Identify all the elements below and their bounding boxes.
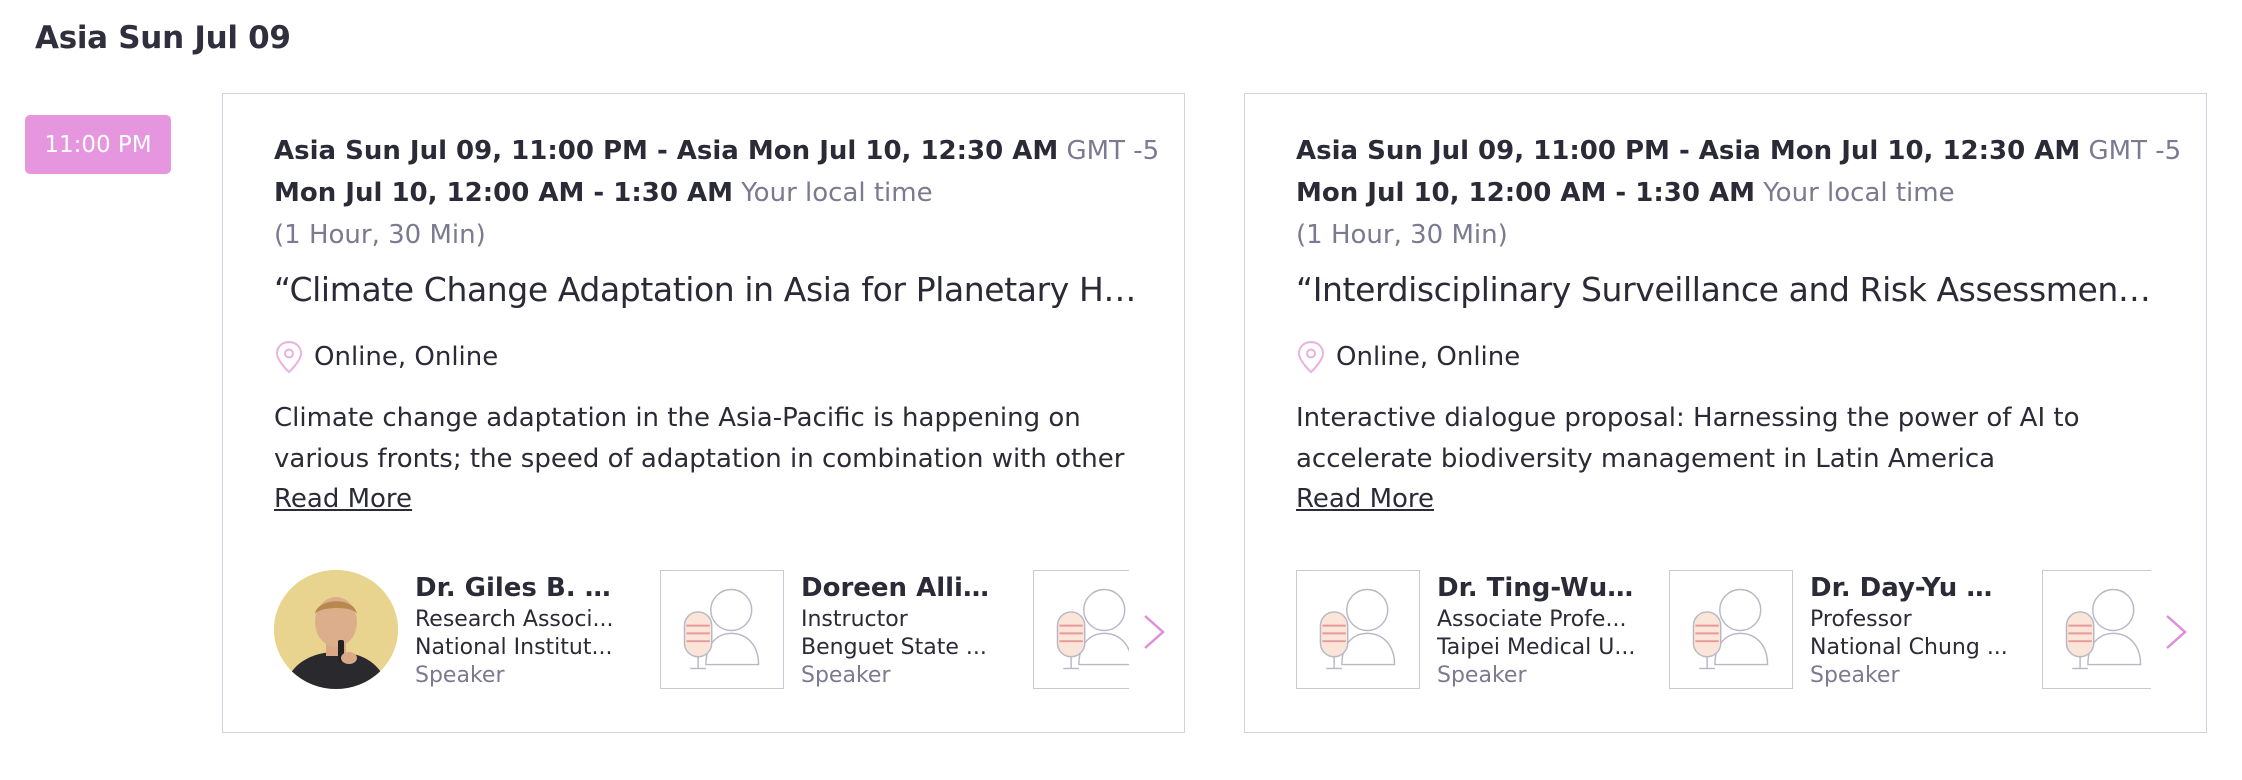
session-location: Online, Online	[1296, 340, 2161, 374]
event-time-row: Asia Sun Jul 09, 11:00 PM - Asia Mon Jul…	[1296, 130, 2181, 172]
speaker-title: Research Associ...	[415, 607, 614, 632]
chevron-right-icon[interactable]	[2163, 612, 2189, 652]
speaker-organization: National Institut...	[415, 635, 613, 660]
speaker-placeholder-avatar	[2042, 570, 2151, 689]
speaker-title: Professor	[1810, 607, 1912, 632]
day-heading: Asia Sun Jul 09	[35, 20, 291, 56]
event-time: Asia Sun Jul 09, 11:00 PM - Asia Mon Jul…	[274, 136, 1059, 166]
microphone-person-icon	[1056, 588, 1129, 670]
speaker-title: Associate Profe...	[1437, 607, 1627, 632]
session-description: Interactive dialogue proposal: Harnessin…	[1296, 403, 2080, 474]
speaker-name: Dr. Day-Yu Ch...	[1810, 573, 2010, 603]
local-time-label: Your local time	[741, 178, 933, 208]
read-more-link[interactable]: Read More	[1296, 484, 1434, 514]
time-slot-badge[interactable]: 11:00 PM	[25, 115, 171, 174]
speaker-role: Speaker	[415, 663, 505, 688]
speaker-placeholder-avatar	[1033, 570, 1129, 689]
location-pin-icon	[1297, 340, 1325, 374]
speaker-placeholder-avatar	[660, 570, 784, 689]
speaker-placeholder-avatar	[1296, 570, 1420, 689]
speaker-avatar	[274, 570, 398, 689]
speaker-carousel: Dr. Ting-Wu ... Associate Profe... Taipe…	[1296, 570, 2151, 694]
speaker-title: Instructor	[801, 607, 908, 632]
microphone-person-icon	[1692, 588, 1769, 670]
session-title[interactable]: “Climate Change Adaptation in Asia for P…	[274, 266, 1139, 314]
local-time-label: Your local time	[1763, 178, 1955, 208]
speaker-role: Speaker	[1810, 663, 1900, 688]
read-more-link[interactable]: Read More	[274, 484, 412, 514]
speaker-placeholder-avatar	[1669, 570, 1793, 689]
timezone-label: GMT -5	[2088, 136, 2182, 166]
event-time-row: Asia Sun Jul 09, 11:00 PM - Asia Mon Jul…	[274, 130, 1159, 172]
location-text: Online, Online	[1336, 342, 1521, 372]
session-description: Climate change adaptation in the Asia-Pa…	[274, 403, 1125, 474]
session-duration: (1 Hour, 30 Min)	[274, 220, 486, 250]
local-time: Mon Jul 10, 12:00 AM - 1:30 AM	[274, 178, 733, 208]
speaker-name: Doreen Allisaw	[801, 573, 1001, 603]
local-time: Mon Jul 10, 12:00 AM - 1:30 AM	[1296, 178, 1755, 208]
session-card[interactable]: Asia Sun Jul 09, 11:00 PM - Asia Mon Jul…	[222, 93, 1185, 733]
event-time: Asia Sun Jul 09, 11:00 PM - Asia Mon Jul…	[1296, 136, 2081, 166]
speaker-role: Speaker	[801, 663, 891, 688]
session-title[interactable]: “Interdisciplinary Surveillance and Risk…	[1296, 266, 2161, 314]
speaker-name: Dr. Ting-Wu ...	[1437, 573, 1637, 603]
timezone-label: GMT -5	[1066, 136, 1160, 166]
session-card[interactable]: Asia Sun Jul 09, 11:00 PM - Asia Mon Jul…	[1244, 93, 2207, 733]
microphone-person-icon	[2065, 588, 2142, 670]
speaker-organization: Taipei Medical U...	[1437, 635, 1636, 660]
location-text: Online, Online	[314, 342, 499, 372]
speaker-carousel: Dr. Giles B. Si... Research Associ... Na…	[274, 570, 1129, 694]
local-time-row: Mon Jul 10, 12:00 AM - 1:30 AM Your loca…	[274, 172, 1139, 214]
session-location: Online, Online	[274, 340, 1139, 374]
speaker-organization: National Chung ...	[1810, 635, 2008, 660]
speaker-role: Speaker	[1437, 663, 1527, 688]
speaker-organization: Benguet State ...	[801, 635, 987, 660]
speaker-name: Dr. Giles B. Si...	[415, 573, 615, 603]
session-duration: (1 Hour, 30 Min)	[1296, 220, 1508, 250]
microphone-person-icon	[1319, 588, 1396, 670]
local-time-row: Mon Jul 10, 12:00 AM - 1:30 AM Your loca…	[1296, 172, 2161, 214]
microphone-person-icon	[683, 588, 760, 670]
chevron-right-icon[interactable]	[1141, 612, 1167, 652]
location-pin-icon	[275, 340, 303, 374]
